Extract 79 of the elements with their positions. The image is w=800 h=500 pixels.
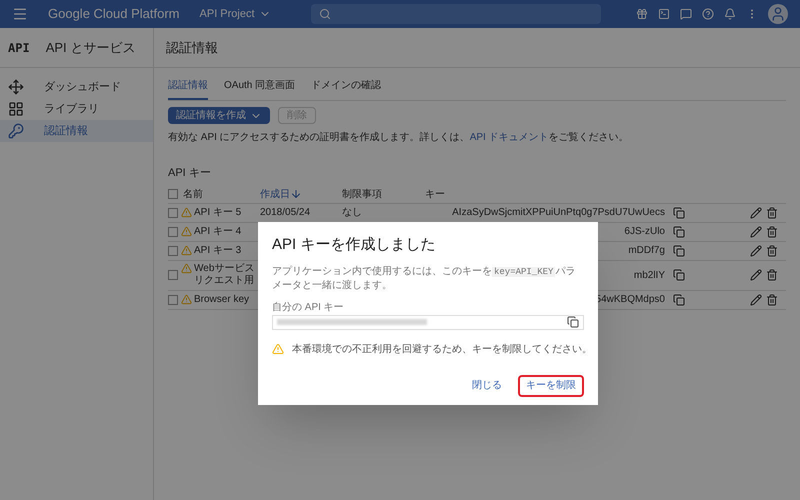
bell-icon[interactable]	[724, 8, 736, 20]
copy-icon[interactable]	[673, 294, 685, 306]
copy-icon[interactable]	[567, 316, 579, 328]
sidebar-item[interactable]: ライブラリ	[0, 98, 153, 120]
sort-arrow-icon[interactable]	[290, 188, 302, 200]
checkbox[interactable]	[168, 208, 178, 218]
avatar[interactable]	[768, 4, 788, 24]
delete-icon[interactable]	[766, 244, 778, 256]
delete-icon[interactable]	[766, 206, 778, 218]
warning-icon	[272, 343, 284, 355]
api-docs-link[interactable]: API ドキュメント	[470, 132, 549, 143]
dialog-text: アプリケーション内で使用するには、このキーを key=API_KEY パラメータと一緒に渡します。	[272, 264, 576, 292]
edit-icon[interactable]	[750, 269, 762, 281]
description-text: 有効な API にアクセスするための証明書を作成します。詳しくは、API ドキュメント をご覧ください。	[168, 130, 630, 145]
tab[interactable]: OAuth 同意画面	[224, 78, 296, 100]
key-value: 54wKBQMdps0	[596, 293, 665, 307]
delete-icon[interactable]	[766, 294, 778, 306]
api-logo: API	[8, 40, 30, 56]
key-icon	[8, 123, 24, 139]
key-name: Webサービス リクエスト用	[194, 263, 254, 287]
api-key-field[interactable]	[272, 314, 584, 330]
warning-icon	[181, 206, 192, 218]
project-selector[interactable]: API Project	[200, 6, 271, 22]
delete-icon[interactable]	[766, 269, 778, 281]
tab[interactable]: 認証情報	[168, 78, 208, 100]
edit-icon[interactable]	[750, 206, 762, 218]
checkbox[interactable]	[168, 246, 178, 256]
key-value: 6JS-zUlo	[624, 225, 665, 239]
edit-icon[interactable]	[750, 294, 762, 306]
warning-icon	[181, 226, 192, 236]
grid-icon	[8, 101, 24, 117]
copy-icon[interactable]	[673, 226, 685, 238]
key-name: API キー 3	[194, 244, 242, 256]
warning-icon	[181, 263, 192, 274]
sidebar-item[interactable]: ダッシュボード	[0, 76, 153, 98]
restriction-cell-text: なし	[342, 206, 363, 220]
product-name: Google Cloud Platform	[48, 5, 180, 24]
page-title: 認証情報	[166, 38, 218, 57]
edit-icon[interactable]	[750, 244, 762, 256]
dialog-button[interactable]: 閉じる	[464, 374, 510, 396]
menu-icon[interactable]	[12, 6, 28, 22]
sidebar-item[interactable]: 認証情報	[0, 120, 153, 142]
date-cell-text: 2018/05/24	[260, 206, 312, 220]
warning-icon	[181, 294, 192, 304]
gift-icon[interactable]	[636, 8, 648, 20]
section-title: API キー	[168, 166, 212, 181]
column-header: 名前	[183, 188, 204, 202]
copy-icon[interactable]	[673, 244, 685, 256]
warning-icon	[181, 244, 192, 256]
move-icon	[8, 79, 24, 95]
warning-text: 本番環境での不正利用を回避するため、キーを制限してください。	[292, 342, 592, 356]
create-credentials-button[interactable]: 認証情報を作成	[168, 107, 270, 124]
key-value: mb2lIY	[634, 268, 665, 282]
dialog-title: API キーを作成しました	[272, 235, 436, 255]
dialog-button[interactable]: キーを制限	[518, 374, 584, 396]
copy-icon[interactable]	[673, 269, 685, 281]
copy-icon[interactable]	[673, 206, 685, 218]
terminal-icon[interactable]	[658, 8, 670, 20]
key-value: mDDf7g	[628, 244, 665, 258]
column-header[interactable]: 作成日	[260, 186, 290, 202]
tab[interactable]: ドメインの確認	[311, 78, 382, 100]
help-icon[interactable]	[702, 8, 714, 20]
checkbox[interactable]	[168, 294, 178, 304]
sidebar-title: API とサービス	[46, 38, 136, 57]
checkbox[interactable]	[168, 226, 178, 236]
key-name: API キー 4	[194, 226, 242, 238]
field-label: 自分の API キー	[272, 300, 345, 314]
search-icon	[318, 8, 331, 20]
key-value: AIzaSyDwSjcmitXPPuiUnPtq0g7PsdU7UwUecs	[452, 206, 665, 220]
delete-icon[interactable]	[766, 226, 778, 238]
key-name: Browser key	[194, 294, 250, 306]
search-field[interactable]	[310, 4, 601, 24]
chat-icon[interactable]	[680, 8, 692, 20]
checkbox[interactable]	[168, 270, 178, 280]
key-name: API キー 5	[194, 206, 242, 218]
column-header: 制限事項	[342, 188, 383, 202]
column-header: キー	[425, 188, 445, 202]
edit-icon[interactable]	[750, 226, 762, 238]
checkbox[interactable]	[168, 189, 178, 199]
